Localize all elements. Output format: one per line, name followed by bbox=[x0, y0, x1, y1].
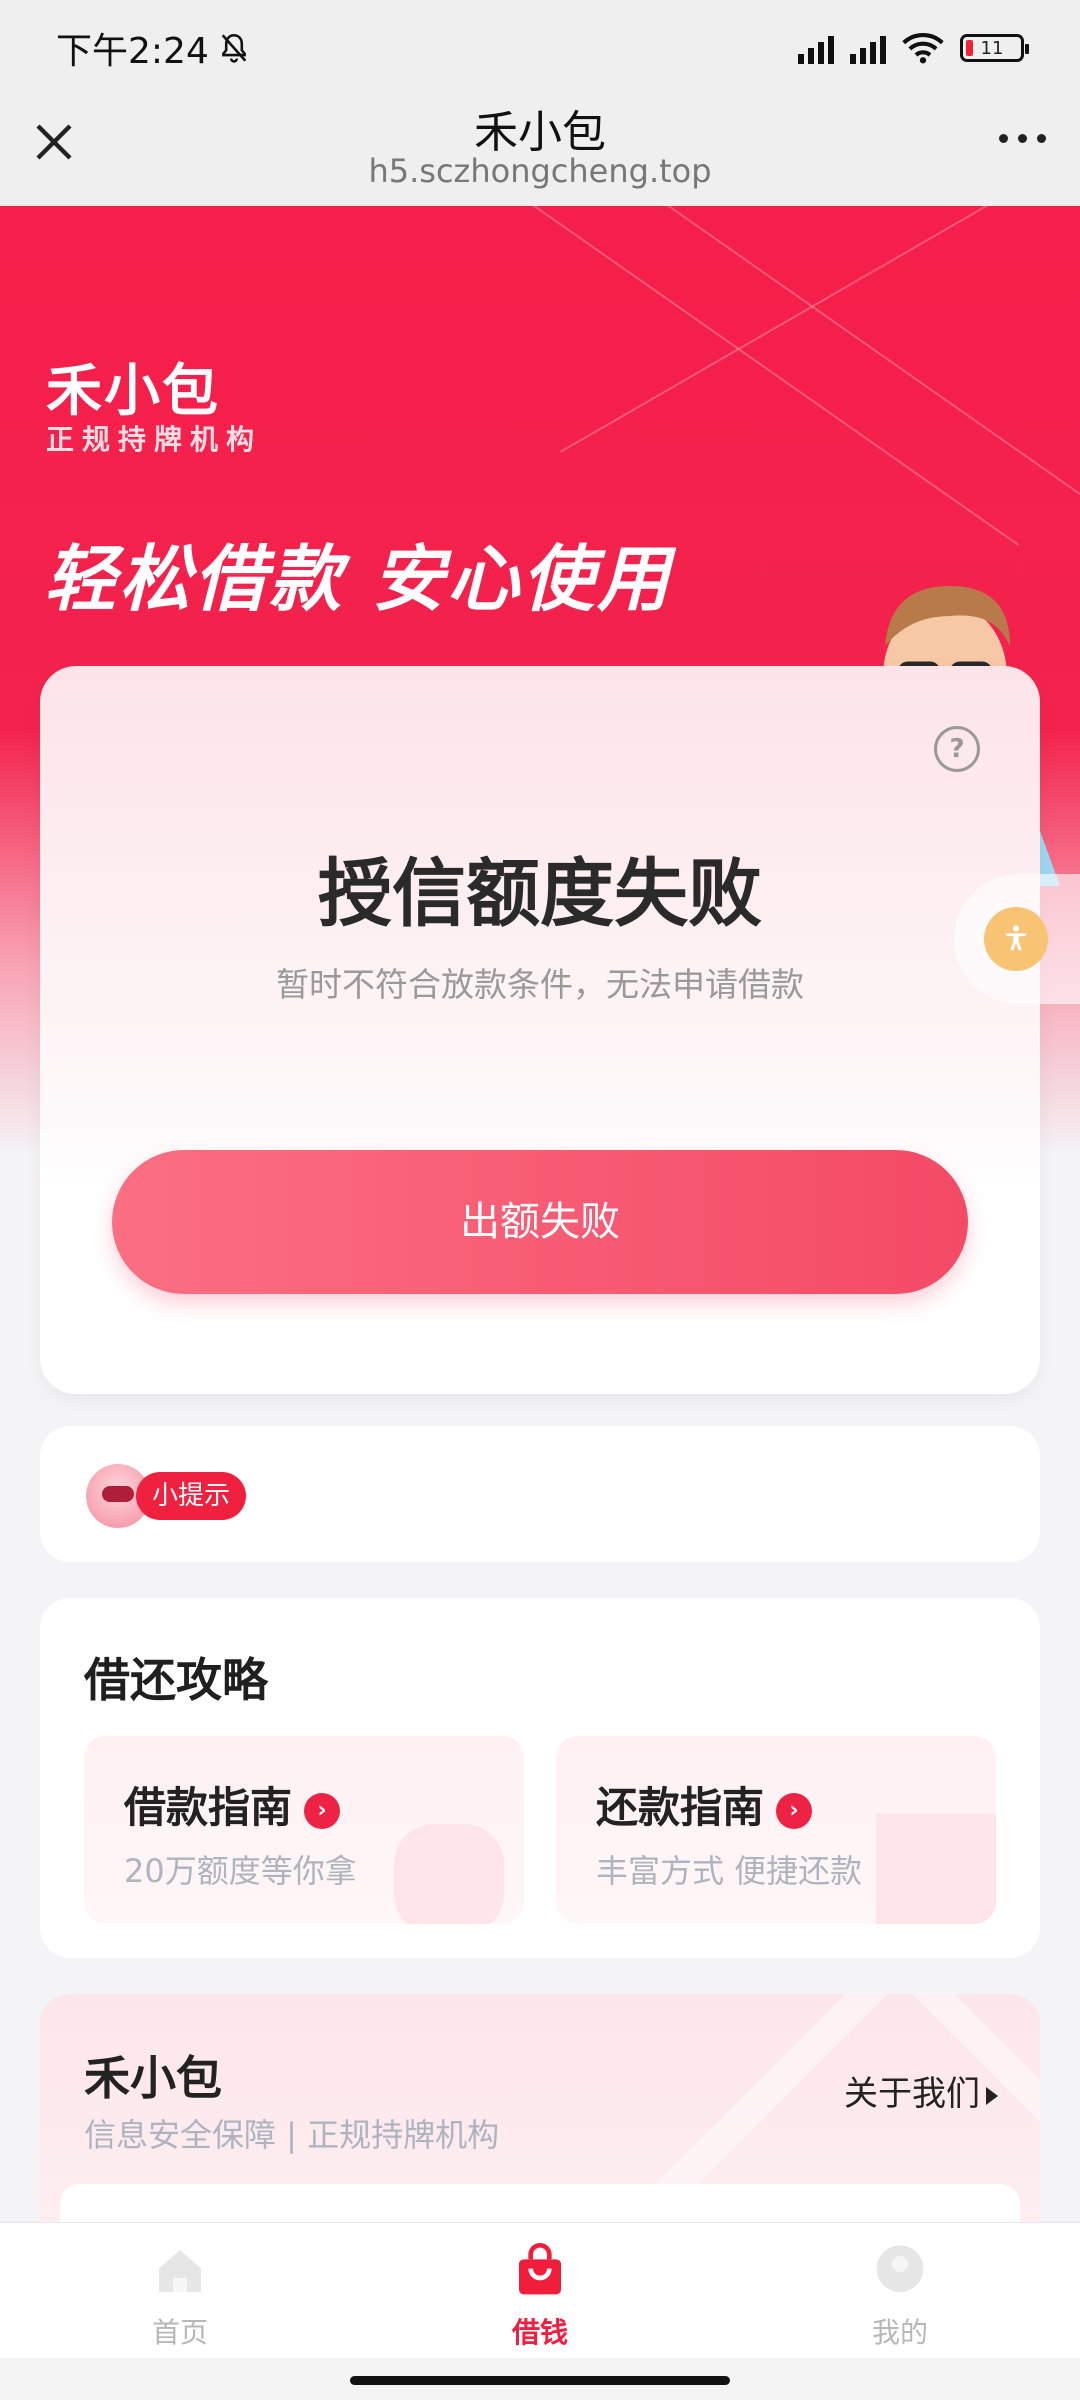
hero-slogan: 轻松借款 安心使用 bbox=[44, 537, 673, 621]
guide-item-name: 借款指南 › bbox=[124, 1774, 341, 1835]
guide-item-label: 借款指南 bbox=[124, 1783, 293, 1832]
credit-fail-button[interactable]: 出额失败 bbox=[112, 1150, 968, 1294]
tab-home[interactable]: 首页 bbox=[80, 2223, 280, 2359]
battery-icon: 11 bbox=[960, 34, 1029, 62]
tab-label: 首页 bbox=[151, 2316, 208, 2349]
tip-card[interactable]: 小提示 bbox=[40, 1426, 1040, 1562]
credit-result-card: ? 授信额度失败 暂时不符合放款条件，无法申请借款 出额失败 bbox=[40, 666, 1040, 1394]
help-icon[interactable]: ? bbox=[934, 726, 980, 772]
tab-borrow[interactable]: 借钱 bbox=[440, 2223, 640, 2359]
mute-bell-icon bbox=[221, 33, 247, 63]
guide-item-desc: 丰富方式 便捷还款 bbox=[596, 1852, 863, 1890]
bottom-tab-bar: 首页 借钱 我的 bbox=[0, 2222, 1080, 2359]
money-bag-icon bbox=[394, 1824, 504, 1924]
credit-fail-title: 授信额度失败 bbox=[318, 851, 762, 937]
borrow-guide-item[interactable]: 借款指南 › 20万额度等你拿 bbox=[84, 1736, 524, 1924]
guide-item-name: 还款指南 › bbox=[596, 1774, 813, 1835]
signal-hd-icon bbox=[798, 32, 834, 64]
shopping-bag-icon bbox=[519, 2243, 561, 2295]
signal-hd-icon bbox=[850, 32, 886, 64]
chevron-right-icon: › bbox=[304, 1792, 341, 1829]
nav-bar: 禾小包 h5.sczhongcheng.top bbox=[0, 96, 1080, 206]
about-us-label: 关于我们 bbox=[844, 2074, 980, 2114]
page-url: h5.sczhongcheng.top bbox=[368, 152, 712, 190]
status-bar: 下午2:24 11 bbox=[0, 0, 1080, 96]
tab-label: 借钱 bbox=[511, 2316, 568, 2349]
wifi-icon bbox=[902, 32, 944, 64]
about-card: 禾小包 信息安全保障 | 正规持牌机构 关于我们 bbox=[40, 1994, 1040, 2224]
guide-item-label: 还款指南 bbox=[596, 1783, 765, 1832]
more-icon[interactable] bbox=[999, 134, 1046, 143]
repay-guide-item[interactable]: 还款指南 › 丰富方式 便捷还款 bbox=[556, 1736, 996, 1924]
about-inner-panel bbox=[60, 2184, 1020, 2224]
gesture-area bbox=[0, 2358, 1080, 2400]
tab-mine[interactable]: 我的 bbox=[800, 2223, 1000, 2359]
about-subtitle: 信息安全保障 | 正规持牌机构 bbox=[84, 2116, 500, 2154]
status-time: 下午2:24 bbox=[56, 31, 209, 72]
status-right: 11 bbox=[798, 32, 1029, 64]
status-left: 下午2:24 bbox=[56, 22, 251, 74]
page-title: 禾小包 bbox=[474, 107, 606, 158]
guide-title: 借还攻略 bbox=[84, 1653, 268, 1707]
guide-item-desc: 20万额度等你拿 bbox=[124, 1852, 357, 1890]
decorative-streak bbox=[559, 206, 1080, 453]
brand-logo: 禾小包 bbox=[46, 359, 220, 424]
brand-subtitle: 正规持牌机构 bbox=[46, 423, 263, 456]
home-icon bbox=[159, 2250, 201, 2292]
profile-icon bbox=[876, 2245, 924, 2292]
caret-right-icon bbox=[986, 2086, 998, 2105]
home-indicator[interactable] bbox=[350, 2376, 730, 2385]
guide-card: 借还攻略 借款指南 › 20万额度等你拿 还款指南 › 丰富方式 便捷还款 bbox=[40, 1598, 1040, 1958]
accessibility-float-button[interactable] bbox=[954, 874, 1080, 1004]
tip-badge: 小提示 bbox=[136, 1472, 247, 1520]
battery-level: 11 bbox=[980, 37, 1004, 59]
credit-fail-subtitle: 暂时不符合放款条件，无法申请借款 bbox=[276, 965, 804, 1004]
chevron-right-icon: › bbox=[776, 1792, 813, 1829]
accessibility-icon bbox=[984, 907, 1048, 971]
tab-label: 我的 bbox=[871, 2316, 928, 2349]
card-icon bbox=[876, 1814, 996, 1924]
about-title: 禾小包 bbox=[84, 2051, 222, 2105]
about-us-link[interactable]: 关于我们 bbox=[844, 2066, 998, 2115]
